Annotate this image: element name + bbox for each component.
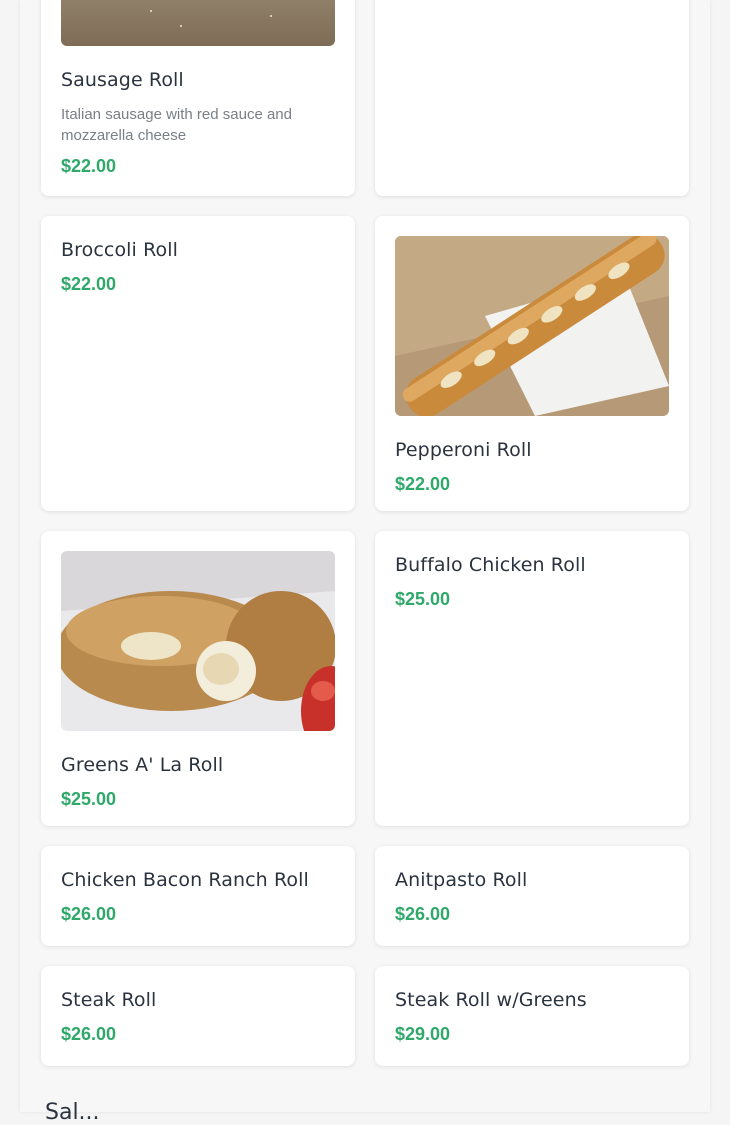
menu-item-card[interactable]: Chicken Bacon Ranch Roll $26.00 — [41, 846, 355, 946]
menu-item-card[interactable]: Pepperoni Roll $22.00 — [375, 216, 689, 511]
menu-item-card[interactable]: Steak Roll $26.00 — [41, 966, 355, 1066]
pepperoni-roll-photo — [395, 236, 669, 416]
item-price: $25.00 — [61, 789, 117, 809]
item-price: $26.00 — [61, 904, 117, 924]
menu-item-card[interactable]: Broccoli Roll $22.00 — [41, 216, 355, 511]
item-name: Buffalo Chicken Roll — [395, 554, 586, 576]
item-price: $25.00 — [395, 589, 451, 609]
section-heading: Sal... — [45, 1100, 100, 1125]
item-name: Sausage Roll — [61, 69, 184, 91]
item-price: $26.00 — [61, 1024, 117, 1044]
greens-roll-photo — [61, 551, 335, 731]
item-name: Steak Roll w/Greens — [395, 989, 587, 1011]
menu-item-card[interactable]: Sausage Roll Italian sausage with red sa… — [41, 0, 355, 196]
item-name: Greens A' La Roll — [61, 754, 224, 776]
item-name: Pepperoni Roll — [395, 439, 532, 461]
menu-item-card[interactable]: Steak Roll w/Greens $29.00 — [375, 966, 689, 1066]
item-price: $22.00 — [61, 274, 117, 294]
menu-item-card[interactable]: Buffalo Chicken Roll $25.00 — [375, 531, 689, 826]
item-name: Chicken Bacon Ranch Roll — [61, 869, 309, 891]
item-name: Broccoli Roll — [61, 239, 178, 261]
item-name: Steak Roll — [61, 989, 157, 1011]
sausage-roll-photo — [61, 0, 335, 46]
menu-item-card[interactable]: Greens A' La Roll $25.00 — [41, 531, 355, 826]
menu-item-card[interactable] — [375, 0, 689, 196]
item-name: Anitpasto Roll — [395, 869, 528, 891]
item-description: Italian sausage with red sauce and mozza… — [61, 106, 292, 144]
item-price: $29.00 — [395, 1024, 451, 1044]
item-price: $22.00 — [395, 474, 451, 494]
menu-item-card[interactable]: Anitpasto Roll $26.00 — [375, 846, 689, 946]
item-price: $22.00 — [61, 156, 117, 176]
item-price: $26.00 — [395, 904, 451, 924]
